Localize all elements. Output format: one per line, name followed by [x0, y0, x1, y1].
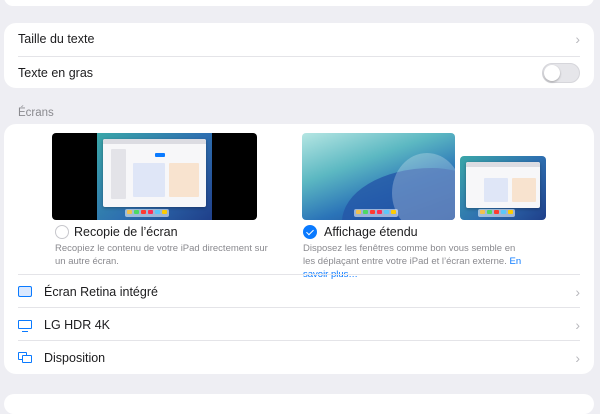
screens-section-header: Écrans — [18, 107, 54, 119]
extended-radio-checked[interactable] — [303, 225, 317, 239]
dock — [354, 209, 398, 217]
toggle-knob — [544, 65, 560, 81]
screen-row-label: Écran Retina intégré — [44, 284, 158, 299]
screen-row-label: LG HDR 4K — [44, 317, 110, 332]
bold-text-label: Texte en gras — [18, 66, 94, 80]
external-monitor-icon — [18, 320, 32, 332]
chevron-right-icon: › — [575, 349, 580, 366]
extended-preview-external-image[interactable] — [460, 156, 546, 220]
mirror-description: Recopiez le contenu de votre iPad direct… — [55, 243, 268, 267]
extended-description-text: Disposez les fenêtres comme bon vous sem… — [303, 243, 516, 267]
ipad-display-icon — [18, 286, 32, 297]
screen-row-label: Disposition — [44, 350, 106, 365]
screen-row-lg[interactable]: LG HDR 4K › — [18, 307, 580, 341]
external-app-window — [466, 162, 540, 208]
screen-row-retina[interactable]: Écran Retina intégré › — [18, 274, 580, 308]
next-settings-card — [4, 394, 594, 414]
mirror-radio[interactable] — [55, 225, 69, 239]
dock — [478, 209, 515, 217]
previous-settings-card — [4, 0, 594, 6]
chevron-right-icon: › — [575, 31, 580, 47]
mirror-preview-image[interactable] — [52, 133, 257, 220]
bold-text-toggle[interactable] — [542, 63, 580, 83]
mirrored-app-window — [103, 139, 206, 207]
mirrored-ipad-screen — [97, 133, 212, 220]
screen-row-arrangement[interactable]: Disposition › — [18, 340, 580, 374]
extended-preview-ipad-image[interactable] — [302, 133, 455, 220]
dock — [125, 209, 169, 217]
extended-title[interactable]: Affichage étendu — [324, 225, 418, 239]
arrangement-icon — [18, 352, 32, 363]
text-settings-card: Taille du texte › Texte en gras — [4, 23, 594, 88]
screens-card: Recopie de l’écran Recopiez le contenu d… — [4, 124, 594, 374]
mirror-title[interactable]: Recopie de l’écran — [74, 225, 178, 239]
chevron-right-icon: › — [575, 283, 580, 300]
text-size-label: Taille du texte — [18, 32, 95, 46]
text-size-row[interactable]: Taille du texte › — [18, 23, 580, 55]
chevron-right-icon: › — [575, 316, 580, 333]
bold-text-row: Texte en gras — [18, 56, 580, 89]
